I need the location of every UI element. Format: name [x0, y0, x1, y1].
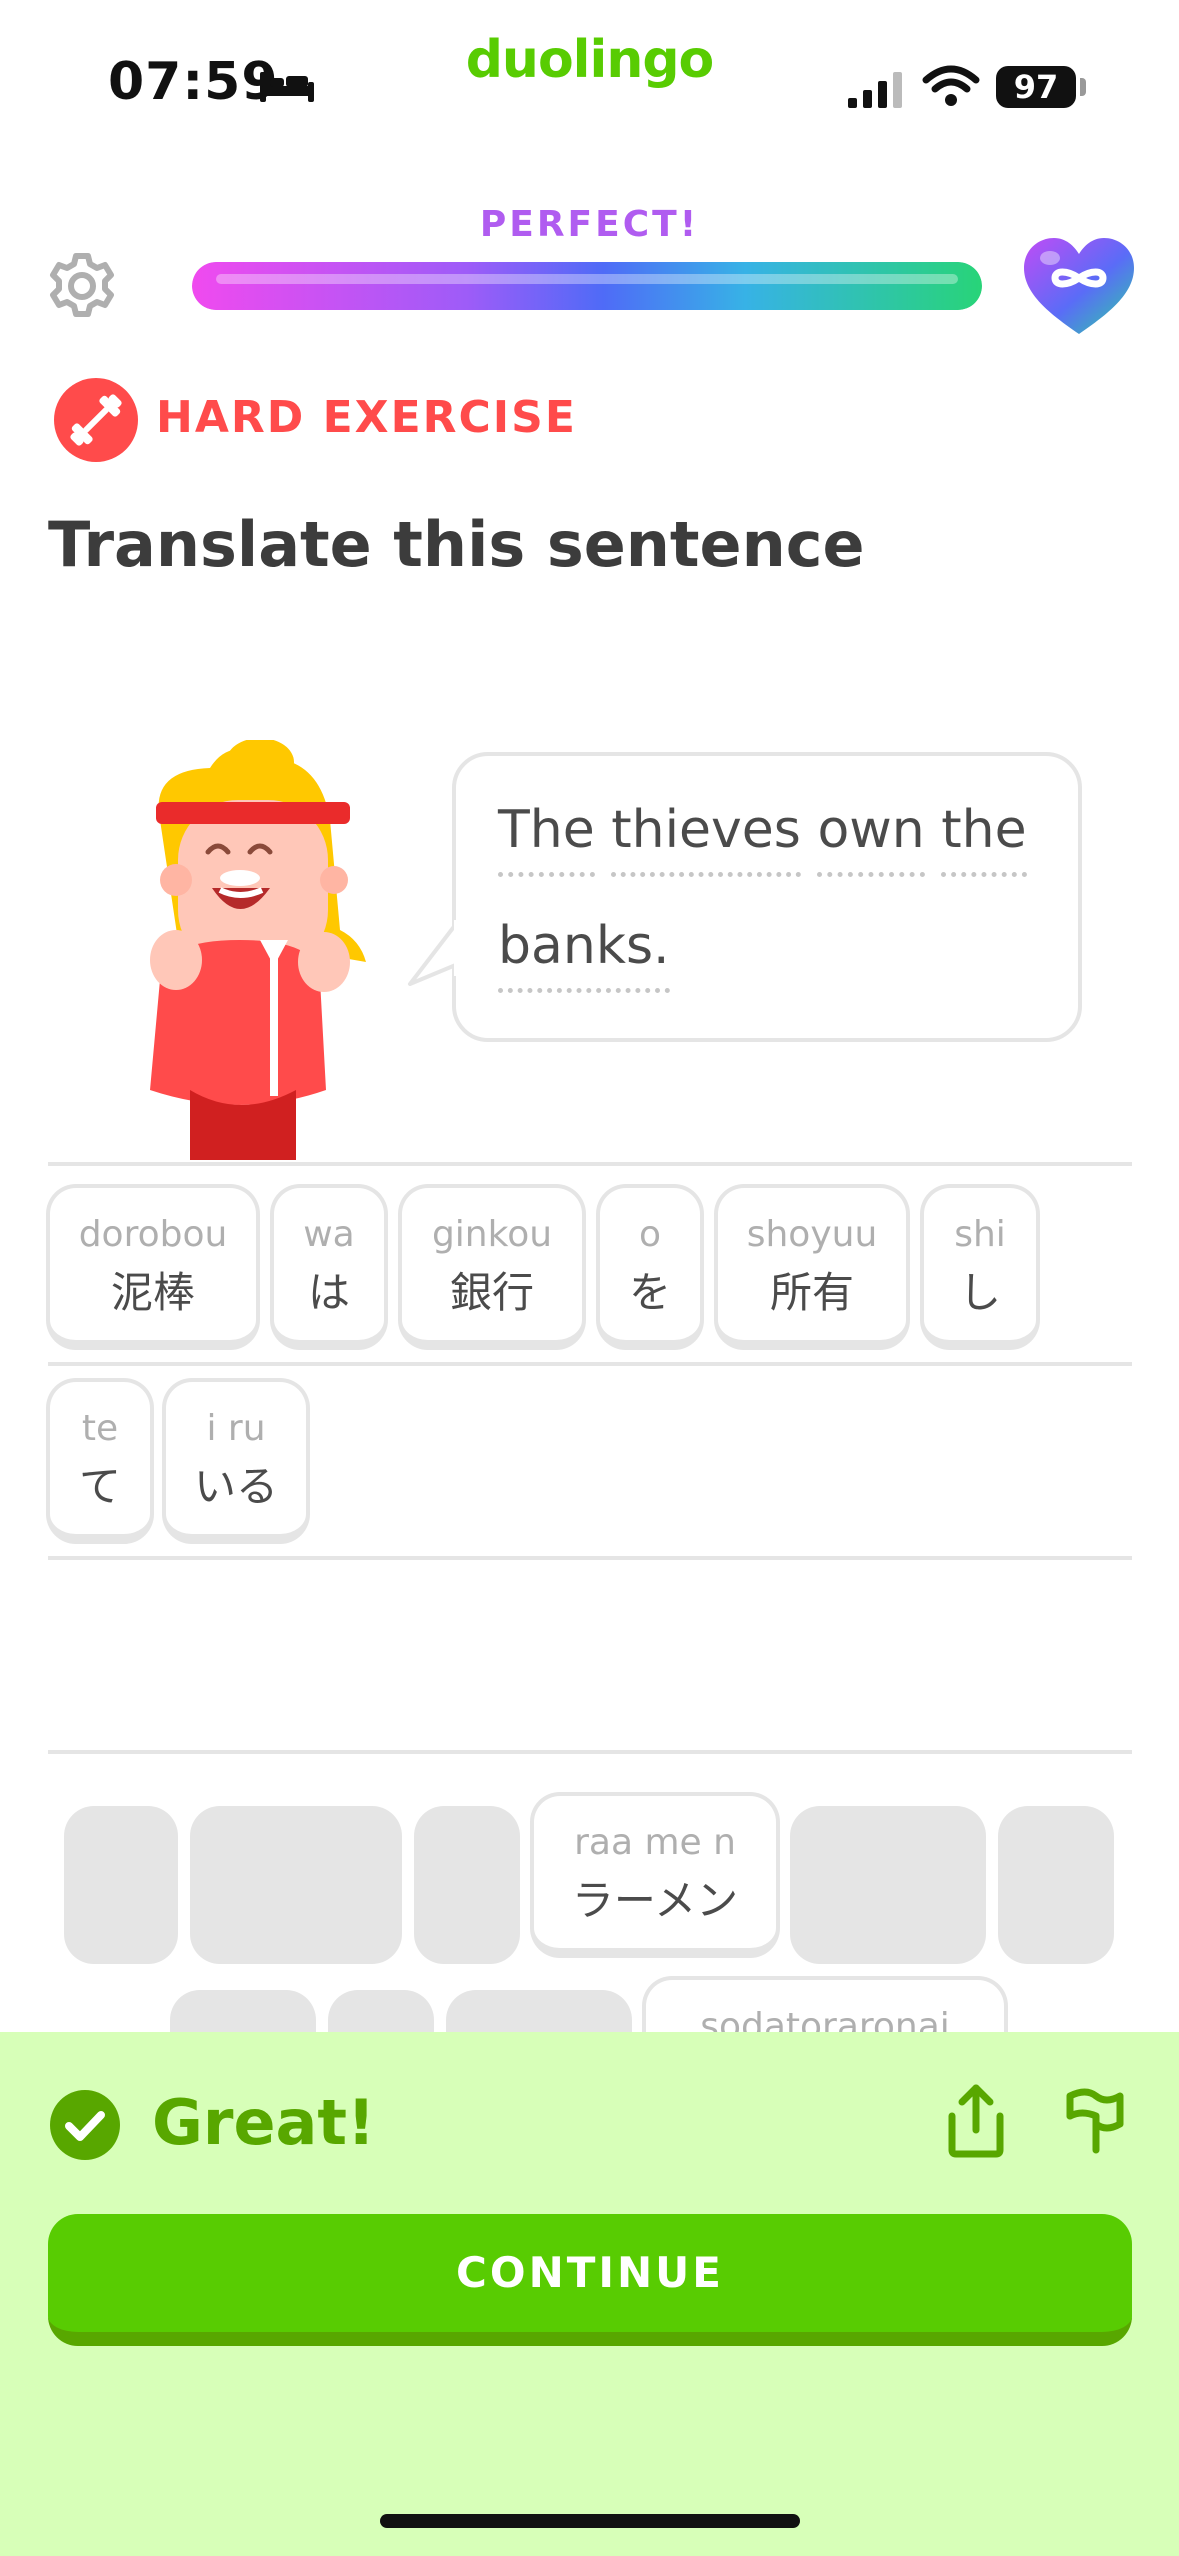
- tile-kana: し: [958, 1268, 1001, 1317]
- answer-line: [48, 1750, 1132, 1754]
- word-bank-slot: [998, 1806, 1114, 1964]
- tile-kana: いる: [193, 1462, 278, 1511]
- tile-romaji: dorobou: [78, 1214, 228, 1255]
- lesson-progress-bar: [192, 262, 982, 310]
- battery-icon: 97: [996, 66, 1076, 108]
- hard-exercise-label: HARD EXERCISE: [156, 392, 577, 443]
- report-flag-icon[interactable]: [1062, 2084, 1128, 2154]
- tile-romaji: raa me n: [574, 1822, 736, 1863]
- prompt-word[interactable]: The: [498, 800, 595, 877]
- answer-tile[interactable]: te て: [46, 1378, 154, 1544]
- gear-icon[interactable]: [46, 250, 118, 322]
- tile-kana: 泥棒: [110, 1268, 195, 1317]
- word-bank-slot: [790, 1806, 986, 1964]
- speech-bubble-tail: [408, 920, 464, 986]
- answer-tile[interactable]: o を: [596, 1184, 704, 1350]
- tile-kana: 銀行: [449, 1268, 534, 1317]
- answer-line: [48, 1162, 1132, 1166]
- tile-romaji: te: [81, 1408, 119, 1449]
- tile-kana: ラーメン: [571, 1876, 739, 1925]
- prompt-word[interactable]: banks.: [498, 916, 670, 993]
- infinite-hearts-icon[interactable]: [1020, 234, 1138, 338]
- answer-tile[interactable]: ginkou 銀行: [398, 1184, 586, 1350]
- tile-kana: 所有: [769, 1268, 854, 1317]
- prompt-line-2: banks.: [498, 916, 670, 993]
- word-bank-slot: [190, 1806, 402, 1964]
- tile-romaji: ginkou: [431, 1214, 553, 1255]
- tile-kana: を: [628, 1268, 671, 1317]
- battery-nub: [1080, 78, 1086, 96]
- word-bank-tile[interactable]: raa me n ラーメン: [530, 1792, 780, 1958]
- character-illustration: [150, 740, 366, 1160]
- wifi-icon: [922, 65, 980, 106]
- answer-tile[interactable]: dorobou 泥棒: [46, 1184, 260, 1350]
- check-circle-icon: [50, 2090, 120, 2160]
- tile-kana: は: [307, 1268, 350, 1317]
- dumbbell-icon: [54, 378, 138, 462]
- continue-button[interactable]: CONTINUE: [48, 2214, 1132, 2346]
- tile-romaji: wa: [303, 1214, 355, 1255]
- share-icon[interactable]: [940, 2080, 1012, 2160]
- prompt-line-1: The thieves own the: [498, 800, 1027, 877]
- tile-romaji: shoyuu: [746, 1214, 878, 1255]
- tile-romaji: shi: [954, 1214, 1006, 1255]
- word-bank-slot: [414, 1806, 520, 1964]
- answer-tile[interactable]: i ru いる: [162, 1378, 310, 1544]
- feedback-message: Great!: [152, 2086, 376, 2159]
- answer-tile[interactable]: wa は: [270, 1184, 388, 1350]
- answer-line: [48, 1556, 1132, 1560]
- word-bank-slot: [64, 1806, 178, 1964]
- signal-icon: [848, 72, 902, 108]
- prompt-word[interactable]: thieves: [611, 800, 801, 877]
- home-indicator[interactable]: [380, 2514, 800, 2528]
- prompt-word[interactable]: the: [941, 800, 1027, 877]
- lesson-progress-fill: [192, 262, 982, 310]
- answer-line: [48, 1362, 1132, 1366]
- speech-bubble: [452, 752, 1082, 1042]
- answer-tile[interactable]: shoyuu 所有: [714, 1184, 910, 1350]
- prompt-word[interactable]: own: [817, 800, 925, 877]
- answer-tile[interactable]: shi し: [920, 1184, 1040, 1350]
- tile-kana: て: [78, 1462, 121, 1511]
- page-title: Translate this sentence: [48, 508, 865, 581]
- tile-romaji: o: [638, 1214, 662, 1255]
- streak-label: PERFECT!: [479, 204, 700, 245]
- tile-romaji: i ru: [206, 1408, 266, 1449]
